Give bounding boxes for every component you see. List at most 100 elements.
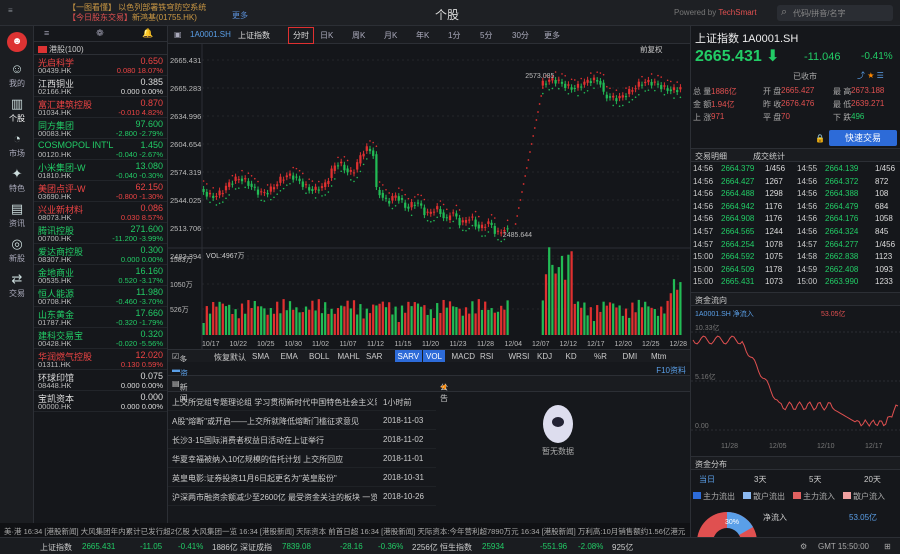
nav-item-4[interactable]: ▤ 资讯 (0, 202, 34, 229)
tab-5[interactable]: 1分 (448, 30, 460, 41)
share-icon[interactable]: ⤴ ★ ☰ (857, 70, 884, 81)
quick-trade-button[interactable]: 快速交易 (829, 130, 897, 146)
indicator-kd[interactable]: KD (566, 352, 577, 361)
watchlist-row[interactable]: COSMOPOL INT'L 00120.HK 1.450 -0.040 -2.67% (34, 139, 167, 160)
indicator-%r[interactable]: %R (594, 352, 607, 361)
tab-2[interactable]: 周K (352, 30, 365, 41)
more-link[interactable]: 更多 (232, 10, 248, 21)
x-tick: 11/15 (395, 341, 412, 348)
indicator-mtm[interactable]: Mtm (651, 352, 667, 361)
news-item[interactable]: 长沙3·15国际消费者权益日活动在上证举行 2018-11-02 (168, 430, 436, 449)
layout-icon[interactable]: ▣ (174, 30, 182, 39)
candle (637, 81, 640, 87)
tab-trade-detail[interactable]: 交易明细 (695, 152, 727, 161)
dist-tab-0[interactable]: 当日 (699, 474, 715, 485)
watchlist-row[interactable]: 同方集团 00083.HK 97.600 -2.800 -2.79% (34, 118, 167, 139)
vol-bar (292, 309, 295, 335)
watchlist-row[interactable]: 金地商业 00535.HK 16.160 0.520 -3.17% (34, 265, 167, 286)
vol-bar (359, 304, 362, 335)
watchlist-row[interactable]: 美团点评-W 03690.HK 62.150 -0.800 -1.30% (34, 181, 167, 202)
watchlist-row[interactable]: 恒人能源 00708.HK 11.980 -0.460 -3.70% (34, 286, 167, 307)
watchlist-group[interactable]: 港股(100) (34, 42, 167, 55)
tab-trade-stats[interactable]: 成交统计 (753, 152, 785, 161)
news-item[interactable]: 沪深两市融资余额减少至2600亿 最受资金关注的板块 一览 2018-10-26 (168, 487, 436, 506)
candle (621, 95, 624, 98)
news-ticker[interactable]: 美·港 16:34 [港股新闻] 大风集团年内累计已发行超2亿股 大风集团一览 … (0, 523, 690, 537)
nav-item-3[interactable]: ✦ 特色 (0, 167, 34, 194)
watchlist-row[interactable]: 兴业新材料 08073.HK 0.086 0.030 8.57% (34, 202, 167, 223)
tab-7[interactable]: 30分 (512, 30, 529, 41)
tab-4[interactable]: 年K (416, 30, 429, 41)
indicator-sar[interactable]: SAR (366, 352, 382, 361)
news-tab[interactable]: ▬ 资讯 (172, 365, 188, 389)
news-flash[interactable]: 【一图看懂】 以色列部署铁穹防空系统 【今日股东交易】新鸿基(01755.HK) (68, 3, 238, 23)
watchlist-row[interactable]: 江西铜业 02166.HK 0.385 0.000 0.00% (34, 76, 167, 97)
sar-dot (215, 204, 218, 206)
watchlist-row[interactable]: 富汇建筑控股 01034.HK 0.870 -0.010 4.82% (34, 97, 167, 118)
indicator-wrsi[interactable]: WRSI (509, 352, 530, 361)
nav-item-2[interactable]: ◔ 市场 (0, 132, 34, 159)
menu-icon[interactable]: ≡ (8, 6, 13, 15)
indicator-kdj[interactable]: KDJ (537, 352, 552, 361)
quote-price: 2665.431 ⬇ (695, 48, 780, 65)
indicator-sma[interactable]: SMA (252, 352, 269, 361)
watchlist-row[interactable]: 环球印馆 08448.HK 0.075 0.000 0.00% (34, 370, 167, 391)
sar-dot (497, 238, 499, 241)
watchlist-row[interactable]: 华润燃气控股 01311.HK 12.020 0.130 0.59% (34, 349, 167, 370)
dist-tab-1[interactable]: 3天 (754, 474, 766, 485)
news-item[interactable]: 上交所党组专题理论组 学习贯彻新时代中国特色社会主义思想 1小时前 (168, 392, 436, 411)
dist-tab-2[interactable]: 5天 (809, 474, 821, 485)
sar-dot (257, 180, 259, 183)
watchlist-row[interactable]: 宝凯资本 00000.HK 0.000 0.000 0.00% (34, 391, 167, 412)
vol-bar (381, 301, 384, 335)
sar-dot (250, 174, 253, 177)
indicator-dmi[interactable]: DMI (623, 352, 638, 361)
candle (576, 83, 580, 88)
vol-bar (349, 308, 352, 335)
sar-dot (254, 177, 256, 180)
multi-indicator-toggle[interactable]: ☑ 多指标 (172, 352, 187, 386)
watchlist-row[interactable]: 光启科学 00439.HK 0.650 0.080 18.07% (34, 55, 167, 76)
watchlist-row[interactable]: 小米集团-W 01810.HK 13.080 -0.040 -0.30% (34, 160, 167, 181)
news-item[interactable]: 华夏幸福被纳入10亿规模的信托计划 上交所回应 2018-11-01 (168, 449, 436, 468)
vol-bar (663, 313, 666, 335)
bell-icon[interactable]: 🔔 (142, 28, 153, 39)
indicator-ema[interactable]: EMA (281, 352, 298, 361)
quote-field-label: 平 盘 (763, 113, 782, 122)
tab-3[interactable]: 月K (384, 30, 397, 41)
chart-icon[interactable]: ❁ (96, 28, 104, 39)
indicator-mahl[interactable]: MAHL (338, 352, 360, 361)
vol-bar (269, 308, 272, 335)
nav-item-5[interactable]: ◎ 新股 (0, 237, 34, 264)
symbol-code[interactable]: 1A0001.SH (190, 30, 231, 39)
search-input[interactable]: 代码/拼音/名字 (777, 5, 893, 21)
tab-8[interactable]: 更多 (544, 30, 560, 41)
watchlist-row[interactable]: 腾讯控股 00700.HK 271.600 -11.200 -3.99% (34, 223, 167, 244)
nav-item-6[interactable]: ⇄ 交易 (0, 272, 34, 299)
candle (336, 165, 340, 167)
sar-dot (385, 188, 387, 191)
news-item[interactable]: A股"熔断"或开启——上交所就降低熔断门槛征求意见 2018-11-03 (168, 411, 436, 430)
tab-1[interactable]: 日K (320, 30, 333, 41)
nav-item-0[interactable]: ☺ 我的 (0, 62, 34, 89)
settings-icon[interactable]: ⚙ (800, 542, 807, 551)
indicator-boll[interactable]: BOLL (309, 352, 329, 361)
news-subtab[interactable]: ▤ 新闻 (172, 379, 188, 403)
vol-bar (474, 313, 477, 335)
tab-0[interactable]: 分时 (288, 27, 314, 44)
expand-icon[interactable]: ⊞ (884, 542, 891, 551)
indicator-macd[interactable]: MACD (452, 352, 476, 361)
nav-item-1[interactable]: ▥ 个股 (0, 97, 34, 124)
indicator-rsi[interactable]: RSI (480, 352, 493, 361)
news-item[interactable]: 英皇电影:证券投资11月6日起更名为"英皇股份" 2018-10-31 (168, 468, 436, 487)
dist-tab-3[interactable]: 20天 (864, 474, 881, 485)
sar-dot (574, 79, 576, 81)
watchlist-row[interactable]: 建科交易宝 00428.HK 0.320 -0.020 -5.56% (34, 328, 167, 349)
vol-bar (400, 305, 404, 335)
price-chart[interactable]: 2665.431 2665.283 2634.996 2604.654 2574.319… (168, 44, 690, 349)
watchlist-row[interactable]: 山东黄金 01787.HK 17.660 -0.320 -1.79% (34, 307, 167, 328)
f10-link[interactable]: F10资料 (656, 365, 686, 376)
list-icon[interactable]: ≡ (44, 28, 49, 38)
tab-6[interactable]: 5分 (480, 30, 492, 41)
watchlist-row[interactable]: 爱达商控股 08307.HK 0.300 0.000 0.00% (34, 244, 167, 265)
